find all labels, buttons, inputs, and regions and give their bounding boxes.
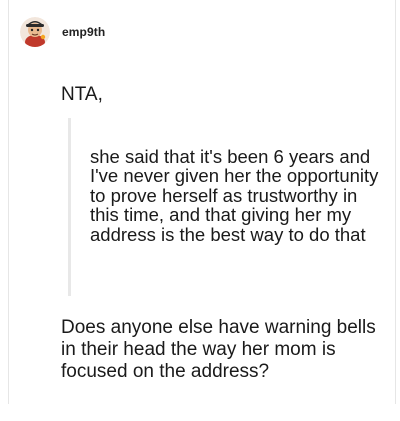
quote-bar — [68, 118, 71, 296]
post-header: emp9th — [20, 16, 105, 48]
comment-opening-line: NTA, — [61, 84, 103, 105]
quoted-text: she said that it's been 6 years and I've… — [90, 146, 379, 245]
card-left-border — [8, 0, 9, 404]
comment-reply-text: Does anyone else have warning bells in t… — [61, 317, 376, 382]
username-link[interactable]: emp9th — [62, 25, 105, 39]
comment-card: emp9th NTA, she said that it's been 6 ye… — [0, 0, 400, 421]
cartoon-avatar-icon[interactable] — [20, 17, 50, 47]
card-right-border — [395, 0, 396, 404]
